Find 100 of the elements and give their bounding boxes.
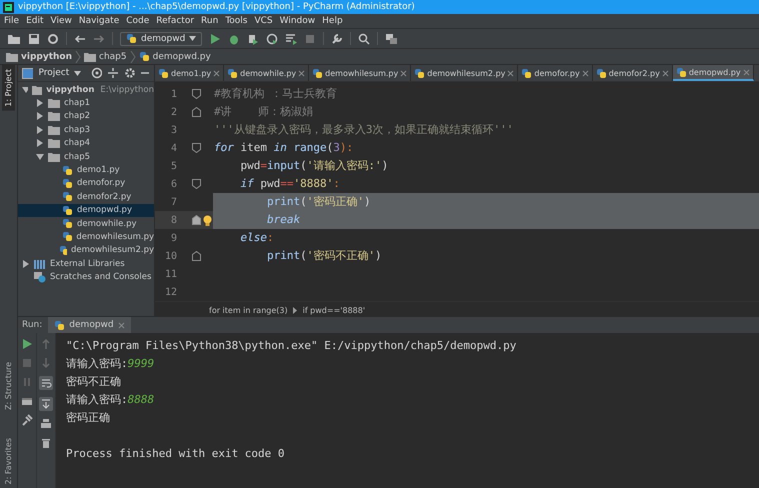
- menu-item[interactable]: Edit: [26, 16, 44, 26]
- fold-end-icon[interactable]: [192, 251, 201, 261]
- editor-tab[interactable]: demowhilesum.py: [309, 65, 412, 81]
- settings-icon[interactable]: [124, 67, 136, 79]
- tree-item[interactable]: demofor2.py: [18, 190, 154, 204]
- collapse-icon[interactable]: [107, 67, 119, 79]
- menu-item[interactable]: VCS: [254, 16, 273, 26]
- tree-item[interactable]: demowhile.py: [18, 216, 154, 230]
- tree-item[interactable]: demofor.py: [18, 176, 154, 190]
- menu-item[interactable]: View: [50, 16, 72, 26]
- close-icon[interactable]: [662, 70, 669, 76]
- layout-icon[interactable]: [21, 395, 33, 407]
- close-icon[interactable]: [213, 70, 220, 76]
- expand-arrow-icon[interactable]: [36, 112, 44, 120]
- folder-icon: [32, 84, 42, 95]
- folder-icon: [48, 98, 60, 108]
- close-icon[interactable]: [400, 70, 408, 76]
- editor-tab[interactable]: demo1.py: [155, 65, 224, 81]
- app-icon: [3, 2, 14, 12]
- window-title: vippython [E:\vippython] - ...\chap5\demopwd.py [vippython] - PyCharm (Administrator): [18, 2, 415, 12]
- expand-arrow-icon[interactable]: [36, 139, 44, 148]
- editor-tab[interactable]: demopwd.py: [672, 65, 754, 81]
- tree-item[interactable]: External Libraries: [18, 257, 154, 270]
- close-icon[interactable]: [298, 70, 306, 76]
- menu-item[interactable]: Navigate: [78, 16, 120, 26]
- wrap-icon[interactable]: [39, 376, 53, 390]
- editor-tab[interactable]: demowhile.py: [224, 65, 310, 81]
- tree-item[interactable]: vippython E:\vippython: [18, 83, 154, 96]
- print-icon[interactable]: [40, 418, 52, 430]
- expand-arrow-icon[interactable]: [22, 86, 28, 94]
- menu-item[interactable]: Run: [201, 16, 218, 26]
- menu-item[interactable]: Code: [126, 16, 150, 26]
- editor-tab[interactable]: demofor2.py: [592, 65, 673, 81]
- panel-title[interactable]: Project: [38, 68, 70, 78]
- code-line: break: [266, 212, 300, 228]
- menu-item[interactable]: Window: [280, 16, 316, 26]
- line-number: 10: [164, 250, 177, 262]
- breadcrumb-item[interactable]: if pwd=='8888': [302, 306, 366, 314]
- tool-window-tab[interactable]: 2: Favorites: [2, 434, 15, 488]
- expand-arrow-icon[interactable]: [36, 99, 44, 108]
- console-line: 请输入密码:8888: [66, 392, 156, 408]
- save-icon[interactable]: [28, 32, 40, 44]
- tree-item[interactable]: chap1: [18, 96, 154, 110]
- tool-window-tab[interactable]: 1: Project: [2, 65, 15, 111]
- editor-tab[interactable]: demowhilesum2.py: [411, 65, 518, 81]
- tool-window-tab[interactable]: Z: Structure: [2, 358, 15, 414]
- lightbulb-icon[interactable]: [202, 214, 212, 226]
- tree-item[interactable]: demo1.py: [18, 163, 154, 177]
- run-icon[interactable]: [21, 338, 33, 350]
- tree-item[interactable]: chap4: [18, 136, 154, 150]
- line-number: 9: [170, 232, 177, 244]
- code-line: #讲 师：杨淑娟: [213, 104, 314, 120]
- tree-item[interactable]: demopwd.py: [18, 204, 154, 217]
- caret-icon[interactable]: [74, 70, 81, 76]
- line-number: 8: [170, 214, 177, 226]
- run-configuration-dropdown[interactable]: demopwd: [120, 32, 202, 46]
- close-icon[interactable]: [582, 70, 589, 76]
- tree-item[interactable]: demowhilesum2.py: [18, 244, 154, 258]
- fold-start-icon[interactable]: [192, 89, 201, 99]
- breadcrumb-item[interactable]: demopwd.py: [152, 52, 211, 62]
- trash-icon[interactable]: [40, 437, 52, 449]
- python-file-icon: [312, 68, 324, 78]
- tree-item[interactable]: chap3: [18, 123, 154, 137]
- line-number: 4: [170, 142, 177, 154]
- search-icon[interactable]: [358, 32, 370, 44]
- fold-start-icon[interactable]: [192, 143, 201, 153]
- breadcrumb-item[interactable]: chap5: [99, 52, 127, 62]
- line-number: 7: [170, 196, 177, 208]
- python-file-icon: [227, 68, 238, 78]
- menu-item[interactable]: Refactor: [156, 16, 194, 26]
- console-line: Process finished with exit code 0: [66, 446, 286, 462]
- run-icon[interactable]: [209, 32, 222, 44]
- code-line: print('密码不正确'): [266, 248, 382, 264]
- scroll-to-end-icon[interactable]: [39, 397, 53, 411]
- expand-arrow-icon[interactable]: [36, 152, 44, 161]
- tree-item[interactable]: chap2: [18, 110, 154, 124]
- expand-arrow-icon[interactable]: [22, 260, 30, 268]
- editor-tab[interactable]: demofor.py: [518, 65, 593, 81]
- back-arrow-icon[interactable]: [74, 32, 86, 44]
- expand-arrow-icon[interactable]: [36, 126, 44, 134]
- menu-item[interactable]: File: [4, 16, 20, 26]
- breadcrumb-item[interactable]: vippython: [21, 52, 72, 62]
- tree-item[interactable]: demowhilesum.py: [18, 230, 154, 244]
- tree-item[interactable]: Scratches and Consoles: [18, 270, 154, 284]
- fold-end-icon[interactable]: [192, 215, 201, 225]
- menu-item[interactable]: Tools: [225, 16, 248, 26]
- run-tab[interactable]: demopwd: [48, 317, 131, 333]
- chevron-icon: [130, 50, 136, 62]
- fold-start-icon[interactable]: [192, 179, 201, 189]
- tree-item[interactable]: chap5: [18, 150, 154, 164]
- wrench-icon[interactable]: [331, 32, 344, 44]
- windows-icon[interactable]: [385, 32, 398, 44]
- code-line: '''从键盘录入密码，最多录入3次，如果正确就结束循环''': [213, 122, 514, 138]
- close-icon[interactable]: [507, 70, 514, 76]
- folder-icon[interactable]: [7, 32, 21, 44]
- fold-end-icon[interactable]: [192, 107, 201, 117]
- breadcrumb-item[interactable]: for item in range(3): [209, 306, 288, 314]
- menu-item[interactable]: Help: [322, 16, 343, 26]
- line-number: 5: [170, 160, 177, 172]
- target-icon[interactable]: [90, 67, 102, 79]
